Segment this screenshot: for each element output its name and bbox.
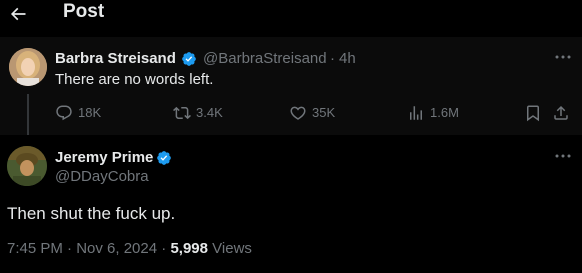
like-button[interactable]: 35K [289, 103, 335, 123]
avatar[interactable] [7, 146, 47, 186]
verified-badge-icon [156, 150, 172, 166]
more-options-button[interactable] [553, 50, 573, 64]
post-timestamp[interactable]: 7:45 PM · Nov 6, 2024 [7, 240, 157, 257]
reply-icon [56, 105, 72, 121]
analytics-icon [410, 106, 422, 120]
author-handle[interactable]: @DDayCobra [55, 168, 149, 186]
post-time[interactable]: 4h [339, 50, 356, 68]
more-horizontal-icon [555, 154, 571, 158]
author-name[interactable]: Barbra Streisand [55, 50, 176, 68]
page-title: Post [63, 1, 105, 22]
repost-count: 3.4K [196, 105, 223, 120]
post-text: There are no words left. [55, 71, 214, 88]
heart-icon [290, 106, 306, 120]
post-meta: 7:45 PM · Nov 6, 2024 · 5,998 Views [7, 240, 252, 258]
views-count: 5,998 [170, 240, 208, 257]
views-count: 1.6M [430, 105, 459, 120]
share-button[interactable] [552, 104, 570, 122]
avatar-image [7, 146, 47, 186]
verified-badge-icon [181, 51, 197, 67]
back-button[interactable] [5, 2, 31, 26]
top-bar: Post [0, 0, 582, 30]
share-icon [554, 105, 568, 120]
reply-text: Then shut the fuck up. [7, 204, 176, 223]
thread-line [27, 94, 29, 135]
like-count: 35K [312, 105, 336, 120]
author-name[interactable]: Jeremy Prime [55, 149, 153, 167]
views-button[interactable]: 1.6M [407, 103, 459, 123]
repost-icon [173, 106, 191, 120]
avatar[interactable] [9, 48, 47, 86]
views-label: Views [212, 240, 252, 257]
repost-button[interactable]: 3.4K [173, 103, 223, 123]
meta-separator: · [161, 240, 167, 257]
bookmark-button[interactable] [524, 104, 542, 122]
bookmark-icon [527, 105, 539, 122]
reply-button[interactable]: 18K [55, 103, 101, 123]
more-options-button[interactable] [553, 149, 573, 163]
reply-count: 18K [78, 105, 102, 120]
avatar-image [9, 48, 47, 86]
arrow-left-icon [10, 7, 26, 21]
more-horizontal-icon [555, 55, 571, 59]
author-handle[interactable]: @BarbraStreisand [203, 50, 327, 68]
parent-post[interactable]: Barbra Streisand @BarbraStreisand · 4h T… [0, 37, 582, 135]
separator: · [330, 50, 335, 67]
